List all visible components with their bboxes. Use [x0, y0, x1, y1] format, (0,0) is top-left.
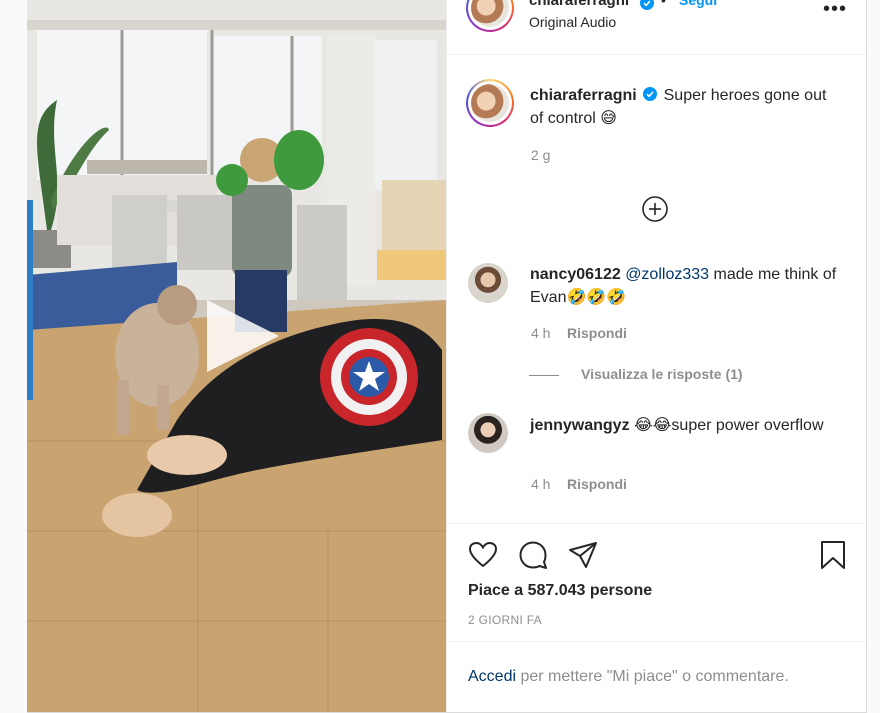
- comment-icon[interactable]: [518, 540, 548, 570]
- comment-username[interactable]: nancy06122: [530, 266, 621, 283]
- share-icon[interactable]: [568, 540, 598, 570]
- login-prompt: Accedi per mettere "Mi piace" o commenta…: [447, 641, 866, 712]
- post-dialog: chiaraferragni • Segui Original Audio ••…: [27, 0, 867, 713]
- post-sidebar: chiaraferragni • Segui Original Audio ••…: [446, 0, 866, 712]
- comment-text: nancy06122 @zolloz333 made me think of E…: [530, 264, 840, 309]
- likes-count[interactable]: Piace a 587.043 persone: [468, 582, 652, 600]
- post-video[interactable]: [27, 0, 446, 712]
- page-background-right: [866, 0, 880, 713]
- post-header: chiaraferragni • Segui Original Audio ••…: [447, 0, 866, 55]
- login-link[interactable]: Accedi: [468, 668, 516, 685]
- view-replies-label: Visualizza le risposte (1): [581, 366, 743, 382]
- comment-mention[interactable]: @zolloz333: [625, 266, 709, 283]
- follow-button[interactable]: Segui: [679, 0, 717, 8]
- action-bar-divider: [447, 523, 866, 525]
- author-username[interactable]: chiaraferragni: [529, 0, 629, 9]
- comment-emoji: 🤣🤣🤣: [566, 287, 627, 306]
- caption-emoji: 😅: [600, 108, 617, 127]
- caption-time[interactable]: 2 g: [531, 147, 550, 163]
- play-icon[interactable]: [203, 296, 283, 376]
- comment-avatar[interactable]: [468, 413, 508, 453]
- view-replies-divider: [529, 375, 559, 376]
- caption-avatar[interactable]: [466, 79, 514, 127]
- caption-username[interactable]: chiaraferragni: [530, 87, 637, 104]
- audio-label[interactable]: Original Audio: [529, 14, 616, 30]
- comment-emoji: 😂😂: [634, 415, 672, 434]
- verified-badge-icon: [640, 0, 654, 10]
- caption-text: chiaraferragni Super heroes gone out of …: [530, 85, 840, 130]
- bookmark-icon[interactable]: [819, 540, 847, 570]
- load-more-comments-icon[interactable]: [642, 196, 668, 222]
- reply-button[interactable]: Rispondi: [567, 476, 627, 492]
- comment-username[interactable]: jennywangyz: [530, 417, 630, 434]
- comment-time[interactable]: 4 h: [531, 325, 550, 341]
- comment-text: jennywangyz 😂😂super power overflow: [530, 414, 840, 437]
- page-background-left: [0, 0, 27, 713]
- author-avatar[interactable]: [466, 0, 514, 32]
- heart-icon[interactable]: [468, 540, 498, 570]
- comment-time[interactable]: 4 h: [531, 476, 550, 492]
- comment-avatar[interactable]: [468, 263, 508, 303]
- comment-body: super power overflow: [671, 417, 824, 434]
- more-options-icon[interactable]: •••: [823, 0, 851, 20]
- login-prompt-suffix: per mettere "Mi piace" o commentare.: [520, 668, 789, 685]
- login-prompt-text: Accedi per mettere "Mi piace" o commenta…: [468, 668, 789, 686]
- header-separator: •: [661, 0, 666, 8]
- caption-verified-badge-icon: [643, 87, 658, 101]
- post-date[interactable]: 2 GIORNI FA: [468, 613, 542, 627]
- reply-button[interactable]: Rispondi: [567, 325, 627, 341]
